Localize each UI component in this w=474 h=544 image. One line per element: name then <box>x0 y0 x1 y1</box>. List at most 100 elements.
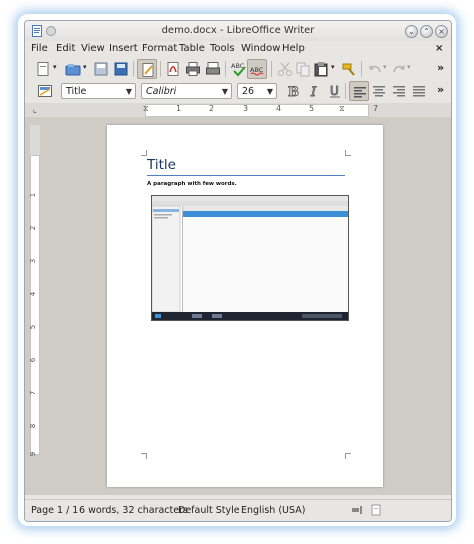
underline-icon[interactable]: U <box>325 81 345 101</box>
clone-formatting-icon[interactable] <box>339 59 359 79</box>
ruler-number: 5 <box>29 324 38 330</box>
status-bar: Page 1 / 1 6 words, 32 characters Defaul… <box>25 499 451 521</box>
align-center-icon[interactable] <box>369 81 389 101</box>
embedded-screenshot-image[interactable] <box>151 195 349 321</box>
embedded-screenshot-drawing <box>152 196 348 320</box>
ruler-number: 3 <box>243 104 249 113</box>
ruler-number: 4 <box>29 291 38 297</box>
tab-type-icon[interactable]: ⌞ <box>33 105 37 114</box>
align-left-icon[interactable] <box>349 81 369 101</box>
ruler-number: 8 <box>29 423 38 429</box>
toolbar-separator <box>361 61 362 77</box>
menu-bar: File Edit View Insert Format Table Tools… <box>25 41 451 57</box>
ruler-number: 5 <box>309 104 315 113</box>
margin-corner <box>141 453 147 459</box>
status-word-count[interactable]: 6 words, 32 characters <box>79 505 188 516</box>
redo-icon[interactable] <box>389 59 409 79</box>
selection-mode-icon[interactable] <box>351 505 363 518</box>
close-document-icon[interactable]: × <box>435 43 443 54</box>
vertical-ruler-text-area <box>30 155 40 455</box>
document-modified-icon[interactable] <box>371 504 381 519</box>
menu-tools[interactable]: Tools <box>210 43 235 54</box>
font-size-select[interactable]: 26 ▼ <box>237 83 277 99</box>
redo-dropdown-icon[interactable]: ▾ <box>407 63 411 71</box>
ruler-number: 7 <box>373 104 379 113</box>
svg-text:B: B <box>288 85 299 99</box>
menu-insert[interactable]: Insert <box>109 43 138 54</box>
open-icon[interactable] <box>63 59 83 79</box>
bold-icon[interactable]: B <box>283 81 303 101</box>
print-preview-icon[interactable] <box>203 59 223 79</box>
export-pdf-icon[interactable] <box>163 59 183 79</box>
paste-icon[interactable] <box>311 59 331 79</box>
status-language[interactable]: English (USA) <box>241 505 305 516</box>
status-page-count[interactable]: Page 1 / 1 <box>31 505 78 516</box>
ruler-number: 1 <box>29 192 38 198</box>
chevron-down-icon: ▼ <box>266 87 273 96</box>
ruler-number: 9 <box>29 451 38 457</box>
justify-icon[interactable] <box>409 81 429 101</box>
italic-icon[interactable]: I <box>305 81 325 101</box>
title-bar[interactable]: demo.docx - LibreOffice Writer ⌄ ⌃ × <box>25 21 451 41</box>
ruler-number: 2 <box>209 104 215 113</box>
margin-corner <box>345 453 351 459</box>
undo-icon[interactable] <box>365 59 385 79</box>
paragraph-style-value: Title <box>66 86 87 97</box>
menu-format[interactable]: Format <box>142 43 177 54</box>
menu-edit[interactable]: Edit <box>56 43 75 54</box>
window-title: demo.docx - LibreOffice Writer <box>161 25 315 36</box>
menu-help[interactable]: Help <box>282 43 305 54</box>
copy-icon[interactable] <box>293 59 313 79</box>
left-indent-marker-icon[interactable]: ⧖ <box>143 104 149 114</box>
cut-icon[interactable] <box>275 59 295 79</box>
horizontal-ruler[interactable]: ⌞ ⧖ ⧖ 1 2 3 4 5 7 <box>25 103 451 117</box>
paragraph-style-select[interactable]: Title ▼ <box>61 83 136 99</box>
formatting-toolbar-overflow-icon[interactable]: » <box>437 83 444 96</box>
autospellcheck-icon[interactable]: ABC <box>247 59 267 79</box>
vertical-ruler[interactable]: 1 2 3 4 5 6 7 8 9 <box>29 125 40 457</box>
align-right-icon[interactable] <box>389 81 409 101</box>
undo-dropdown-icon[interactable]: ▾ <box>383 63 387 71</box>
ruler-number: 3 <box>29 258 38 264</box>
maximize-button[interactable]: ⌃ <box>420 25 433 38</box>
formatting-toolbar: Title ▼ Calibri ▼ 26 ▼ B I U » <box>25 81 451 103</box>
svg-text:U: U <box>330 84 339 98</box>
close-window-button[interactable]: × <box>435 25 448 38</box>
save-remote-icon[interactable] <box>111 59 131 79</box>
margin-corner <box>345 150 351 156</box>
menu-view[interactable]: View <box>81 43 105 54</box>
title-underline <box>147 175 345 176</box>
ruler-number: 1 <box>176 104 182 113</box>
document-paragraph[interactable]: A paragraph with few words. <box>147 181 237 187</box>
ruler-number: 4 <box>276 104 282 113</box>
font-size-value: 26 <box>242 86 255 97</box>
menu-table[interactable]: Table <box>179 43 205 54</box>
font-name-select[interactable]: Calibri ▼ <box>141 83 232 99</box>
document-page[interactable]: Title A paragraph with few words. <box>107 125 383 487</box>
document-title[interactable]: Title <box>147 157 176 173</box>
status-page-style[interactable]: Default Style <box>178 505 240 516</box>
toolbar-separator <box>225 61 226 77</box>
minimize-button[interactable]: ⌄ <box>405 25 418 38</box>
document-area: 1 2 3 4 5 6 7 8 9 Title A paragraph with… <box>25 117 451 495</box>
menu-window[interactable]: Window <box>241 43 280 54</box>
styles-sidebar-icon[interactable] <box>35 81 55 101</box>
open-dropdown-icon[interactable]: ▾ <box>83 63 87 71</box>
new-dropdown-icon[interactable]: ▾ <box>53 63 57 71</box>
paste-dropdown-icon[interactable]: ▾ <box>331 63 335 71</box>
save-icon[interactable] <box>91 59 111 79</box>
edit-mode-icon[interactable] <box>137 59 157 79</box>
standard-toolbar-overflow-icon[interactable]: » <box>437 61 444 74</box>
spellcheck-icon[interactable]: ABC <box>229 59 249 79</box>
ruler-number: 7 <box>29 390 38 396</box>
print-icon[interactable] <box>183 59 203 79</box>
toolbar-separator <box>133 61 134 77</box>
toolbar-separator <box>160 61 161 77</box>
standard-toolbar: ▾ ▾ ABC ABC ▾ ▾ ▾ » <box>25 57 451 81</box>
chevron-down-icon: ▼ <box>221 87 228 96</box>
new-document-icon[interactable] <box>33 59 53 79</box>
menu-file[interactable]: File <box>31 43 48 54</box>
ruler-number: 2 <box>29 225 38 231</box>
right-indent-marker-icon[interactable]: ⧖ <box>339 104 345 114</box>
toolbar-separator <box>271 61 272 77</box>
